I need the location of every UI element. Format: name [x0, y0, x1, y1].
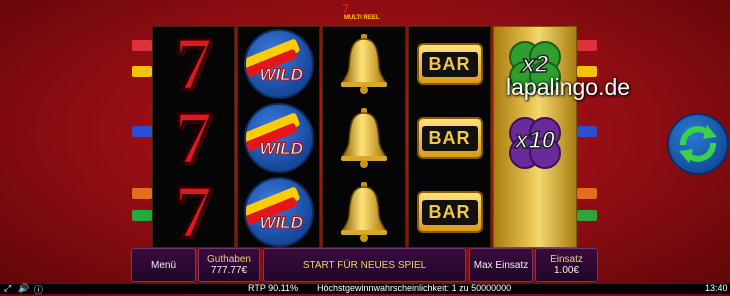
payline-marker	[577, 40, 597, 51]
payline-marker	[132, 126, 152, 137]
bell-symbol	[323, 101, 405, 175]
multiplier-x10: x10	[494, 107, 576, 181]
reel-4: BAR BAR BAR	[408, 26, 491, 248]
payline-marker	[577, 188, 597, 199]
seven-symbol: 7	[173, 96, 214, 180]
game-logo: 7 MULTI REEL	[340, 2, 392, 22]
reel-3	[322, 26, 406, 248]
bar-symbol: BAR	[409, 27, 490, 101]
bell-icon	[341, 34, 387, 94]
bell-symbol	[323, 27, 405, 101]
status-bar: ⤢ 🔊 ⓘ RTP 90.11% Höchstgewinnwahrscheinl…	[0, 283, 730, 296]
autoplay-button[interactable]	[667, 113, 729, 175]
reel-1: 7 7 7	[152, 22, 235, 254]
rtp-text: RTP 90.11%	[248, 283, 299, 293]
bar-symbol: BAR	[409, 175, 490, 249]
refresh-icon	[679, 125, 717, 163]
bell-icon	[341, 182, 387, 242]
payline-marker	[132, 66, 152, 77]
spin-button[interactable]: START FÜR NEUES SPIEL	[263, 248, 466, 282]
payline-marker	[132, 40, 152, 51]
fullscreen-icon[interactable]: ⤢	[4, 283, 11, 294]
wild-symbol: WILD	[238, 27, 319, 101]
wild-symbol: WILD	[238, 101, 319, 175]
seven-symbol: 7	[173, 22, 214, 106]
payline-marker	[132, 188, 152, 199]
balance-value: 777.77€	[210, 265, 248, 276]
multiplier-reel: x2 x10	[493, 26, 577, 248]
watermark: lapalingo.de	[506, 74, 631, 100]
balance-display: Guthaben 777.77€	[198, 248, 260, 282]
payline-marker	[577, 126, 597, 137]
payline-marker	[577, 210, 597, 221]
bet-selector[interactable]: Einsatz 1.00€	[535, 248, 598, 282]
bet-label: Einsatz	[550, 254, 583, 265]
seven-symbol: 7	[173, 170, 214, 254]
win-chance-text: Höchstgewinnwahrscheinlichkeit: 1 zu 500…	[317, 283, 512, 293]
bell-symbol	[323, 175, 405, 249]
balance-label: Guthaben	[207, 254, 251, 265]
wild-symbol: WILD	[238, 175, 319, 249]
multiplier-label: x10	[514, 126, 556, 155]
clock-text: 13:40	[705, 283, 728, 293]
info-icon[interactable]: ⓘ	[34, 283, 43, 296]
bet-value: 1.00€	[553, 265, 580, 276]
menu-button[interactable]: Menü	[131, 248, 196, 282]
payline-marker	[132, 210, 152, 221]
logo-text: MULTI REEL	[344, 15, 380, 21]
reel-2: WILD WILD WILD	[237, 26, 320, 248]
bar-symbol: BAR	[409, 101, 490, 175]
max-bet-button[interactable]: Max Einsatz	[469, 248, 533, 282]
sound-icon[interactable]: 🔊	[18, 283, 29, 294]
bell-icon	[341, 108, 387, 168]
